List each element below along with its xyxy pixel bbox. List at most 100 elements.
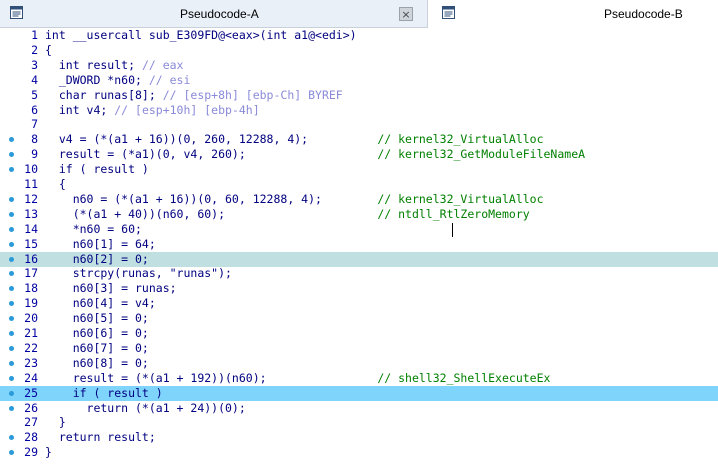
pseudocode-window-icon <box>10 6 23 19</box>
code-statement: n60[5] = 0; <box>45 311 149 326</box>
code-line[interactable]: 22 n60[7] = 0; <box>0 341 718 356</box>
code-statement: result = (*a1)(0, v4, 260); <box>45 147 378 162</box>
line-number: 7 <box>31 117 38 132</box>
code-line[interactable]: 12 n60 = (*(a1 + 16))(0, 60, 12288, 4); … <box>0 192 718 207</box>
code-line[interactable]: 11 { <box>0 177 718 192</box>
code-text: if ( result ) <box>45 162 149 177</box>
code-statement: n60[6] = 0; <box>45 326 149 340</box>
code-statement: } <box>45 415 66 430</box>
code-comment: // [esp+10h] [ebp-4h] <box>114 102 260 117</box>
code-line[interactable]: 16 n60[2] = 0; <box>0 251 718 267</box>
code-statement: if ( result ) <box>45 162 149 177</box>
code-statement: n60[8] = 0; <box>45 355 149 370</box>
code-line[interactable]: 2{ <box>0 43 718 58</box>
code-text: strcpy(runas, "runas"); <box>45 266 232 281</box>
line-number: 17 <box>24 266 38 281</box>
line-number: 6 <box>31 102 38 117</box>
code-statement: char runas[8]; <box>45 87 163 102</box>
code-text: n60[6] = 0; <box>45 326 149 341</box>
line-number: 28 <box>24 430 38 445</box>
code-statement: n60 = (*(a1 + 16))(0, 60, 12288, 4); <box>45 191 378 206</box>
code-line[interactable]: 27 } <box>0 415 718 430</box>
code-line[interactable]: 5 char runas[8]; // [esp+8h] [ebp-Ch] BY… <box>0 88 718 103</box>
code-line[interactable]: 28 return result; <box>0 430 718 445</box>
code-statement: int result; <box>45 57 142 72</box>
code-text: char runas[8]; // [esp+8h] [ebp-Ch] BYRE… <box>45 88 343 103</box>
code-text: result = (*(a1 + 192))(n60); // shell32_… <box>45 370 551 386</box>
line-number: 25 <box>24 385 38 400</box>
line-number: 20 <box>24 311 38 326</box>
code-line[interactable]: 20 n60[5] = 0; <box>0 311 718 326</box>
code-line[interactable]: 24 result = (*(a1 + 192))(n60); // shell… <box>0 371 718 386</box>
line-number: 1 <box>31 28 38 42</box>
line-number: 5 <box>31 87 38 102</box>
pseudocode-window-icon <box>442 6 455 19</box>
code-statement: _DWORD *n60; <box>45 72 149 87</box>
code-line[interactable]: 7 <box>0 117 718 132</box>
line-number: 13 <box>24 206 38 221</box>
code-statement: strcpy(runas, "runas"); <box>45 266 232 281</box>
code-line[interactable]: 8 v4 = (*(a1 + 16))(0, 260, 12288, 4); /… <box>0 132 718 147</box>
code-line[interactable]: 29} <box>0 445 718 460</box>
line-number: 2 <box>31 42 38 57</box>
tab-label: Pseudocode-B <box>604 7 683 21</box>
code-statement: v4 = (*(a1 + 16))(0, 260, 12288, 4); <box>45 132 378 147</box>
code-line[interactable]: 9 result = (*a1)(0, v4, 260); // kernel3… <box>0 147 718 162</box>
code-text: return (*(a1 + 24))(0); <box>45 401 246 416</box>
line-number: 4 <box>31 72 38 87</box>
code-line[interactable]: 26 return (*(a1 + 24))(0); <box>0 401 718 416</box>
code-statement: return (*(a1 + 24))(0); <box>45 400 246 415</box>
code-line[interactable]: 19 n60[4] = v4; <box>0 296 718 311</box>
tab-pseudocode-a[interactable]: Pseudocode-A × <box>0 0 428 28</box>
line-number: 16 <box>24 251 38 266</box>
code-line[interactable]: 13 (*(a1 + 40))(n60, 60); // ntdll_RtlZe… <box>0 207 718 222</box>
code-line[interactable]: 25 if ( result ) <box>0 385 718 401</box>
code-statement: return result; <box>45 430 156 445</box>
code-text: n60[1] = 64; <box>45 237 156 252</box>
line-number: 15 <box>24 236 38 251</box>
line-number: 10 <box>24 162 38 177</box>
code-statement: *n60 = 60; <box>45 221 142 236</box>
code-line[interactable]: 15 n60[1] = 64; <box>0 237 718 252</box>
line-number: 8 <box>31 132 38 147</box>
code-line[interactable]: 6 int v4; // [esp+10h] [ebp-4h] <box>0 103 718 118</box>
code-line[interactable]: 18 n60[3] = runas; <box>0 281 718 296</box>
code-text: *n60 = 60; <box>45 222 142 237</box>
code-line[interactable]: 4 _DWORD *n60; // esi <box>0 73 718 88</box>
tab-label: Pseudocode-A <box>180 7 259 21</box>
code-statement: result = (*(a1 + 192))(n60); <box>45 370 378 385</box>
code-line[interactable]: 14 *n60 = 60; <box>0 222 718 237</box>
code-text: n60[4] = v4; <box>45 296 156 311</box>
line-number: 19 <box>24 296 38 311</box>
line-number: 27 <box>24 415 38 430</box>
code-text: n60 = (*(a1 + 16))(0, 60, 12288, 4); // … <box>45 192 544 207</box>
code-text: return result; <box>45 430 156 445</box>
text-cursor <box>452 223 453 237</box>
code-line[interactable]: 17 strcpy(runas, "runas"); <box>0 266 718 281</box>
line-number: 3 <box>31 57 38 72</box>
code-text: { <box>45 177 66 192</box>
pseudocode-editor[interactable]: 1 int __usercall sub_E309FD@<eax>(int a1@… <box>0 28 718 473</box>
code-statement: n60[1] = 64; <box>45 236 156 251</box>
code-statement: n60[4] = v4; <box>45 296 156 311</box>
code-text: n60[5] = 0; <box>45 311 149 326</box>
code-line[interactable]: 21 n60[6] = 0; <box>0 326 718 341</box>
code-text: int result; // eax <box>45 57 184 73</box>
code-line[interactable]: 10 if ( result ) <box>0 162 718 177</box>
code-text: } <box>45 445 52 460</box>
close-icon[interactable]: × <box>399 7 413 21</box>
tab-bar: Pseudocode-A × Pseudocode-B <box>0 0 718 28</box>
code-statement: if ( result ) <box>45 385 163 400</box>
code-comment: // kernel32_VirtualAlloc <box>377 132 544 147</box>
code-statement: n60[7] = 0; <box>45 340 149 355</box>
line-number: 14 <box>24 221 38 236</box>
tab-pseudocode-b[interactable]: Pseudocode-B <box>428 0 718 28</box>
code-line[interactable]: 3 int result; // eax <box>0 58 718 73</box>
code-line[interactable]: 1 int __usercall sub_E309FD@<eax>(int a1@… <box>0 28 718 43</box>
code-text: n60[3] = runas; <box>45 281 177 296</box>
code-statement: n60[2] = 0; <box>45 251 149 266</box>
code-line[interactable]: 23 n60[8] = 0; <box>0 356 718 371</box>
line-number: 18 <box>24 281 38 296</box>
code-text: n60[7] = 0; <box>45 341 149 356</box>
line-number: 12 <box>24 191 38 206</box>
